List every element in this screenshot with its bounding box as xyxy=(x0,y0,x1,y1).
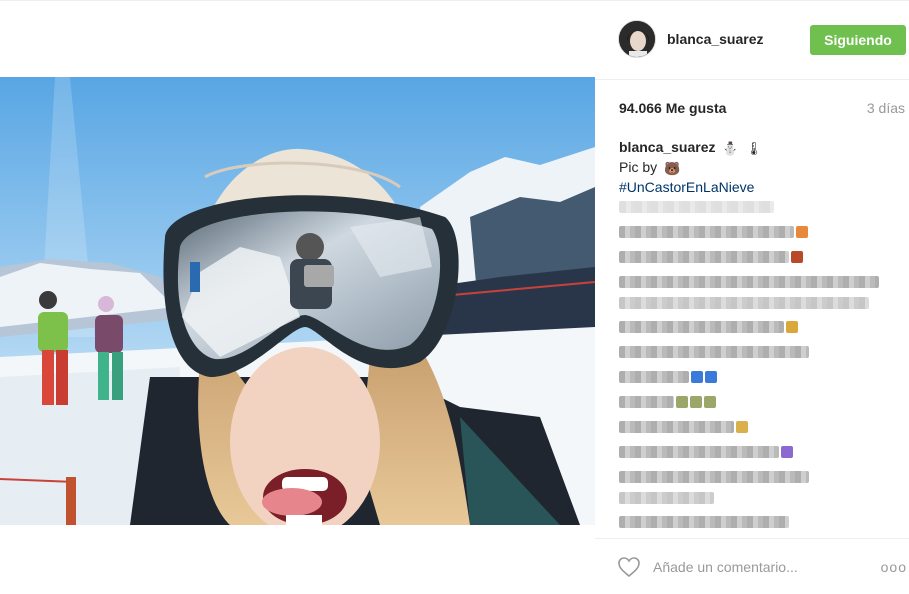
post-time[interactable]: 3 días xyxy=(867,100,905,116)
list-item xyxy=(619,223,899,239)
post-caption: blanca_suarez ⛄ 🌡 Pic by 🐻 #UnCastorEnLa… xyxy=(619,138,904,196)
post-header: blanca_suarez Siguiendo xyxy=(595,0,909,80)
bear-emoji-icon: 🐻 xyxy=(664,161,681,176)
list-item xyxy=(619,198,899,214)
list-item xyxy=(619,393,899,409)
comment-input[interactable] xyxy=(653,557,863,577)
snowman-emoji-icon: ⛄ xyxy=(722,141,739,156)
list-item xyxy=(619,343,899,359)
list-item xyxy=(619,248,899,264)
list-item xyxy=(619,273,899,309)
more-options-icon[interactable]: ooo xyxy=(881,559,907,575)
ski-selfie-illustration xyxy=(0,77,595,525)
avatar[interactable] xyxy=(618,20,656,58)
caption-credit: Pic by xyxy=(619,159,658,175)
heart-outline-icon[interactable] xyxy=(617,556,641,578)
following-button[interactable]: Siguiendo xyxy=(810,25,906,55)
likes-count[interactable]: 94.066 Me gusta xyxy=(619,100,726,116)
list-item xyxy=(619,318,899,334)
list-item xyxy=(619,443,899,459)
comment-footer: ooo xyxy=(595,538,909,594)
thermometer-emoji-icon: 🌡 xyxy=(745,141,762,156)
avatar-image xyxy=(619,21,655,57)
caption-username[interactable]: blanca_suarez xyxy=(619,139,716,155)
post-username[interactable]: blanca_suarez xyxy=(667,31,764,47)
comments-list-blurred xyxy=(619,198,899,538)
post-sidebar: blanca_suarez Siguiendo 94.066 Me gusta … xyxy=(595,0,909,594)
list-item xyxy=(619,513,899,529)
list-item xyxy=(619,368,899,384)
list-item xyxy=(619,418,899,434)
caption-hashtag[interactable]: #UnCastorEnLaNieve xyxy=(619,179,754,195)
list-item xyxy=(619,468,899,504)
post-photo[interactable] xyxy=(0,77,595,525)
